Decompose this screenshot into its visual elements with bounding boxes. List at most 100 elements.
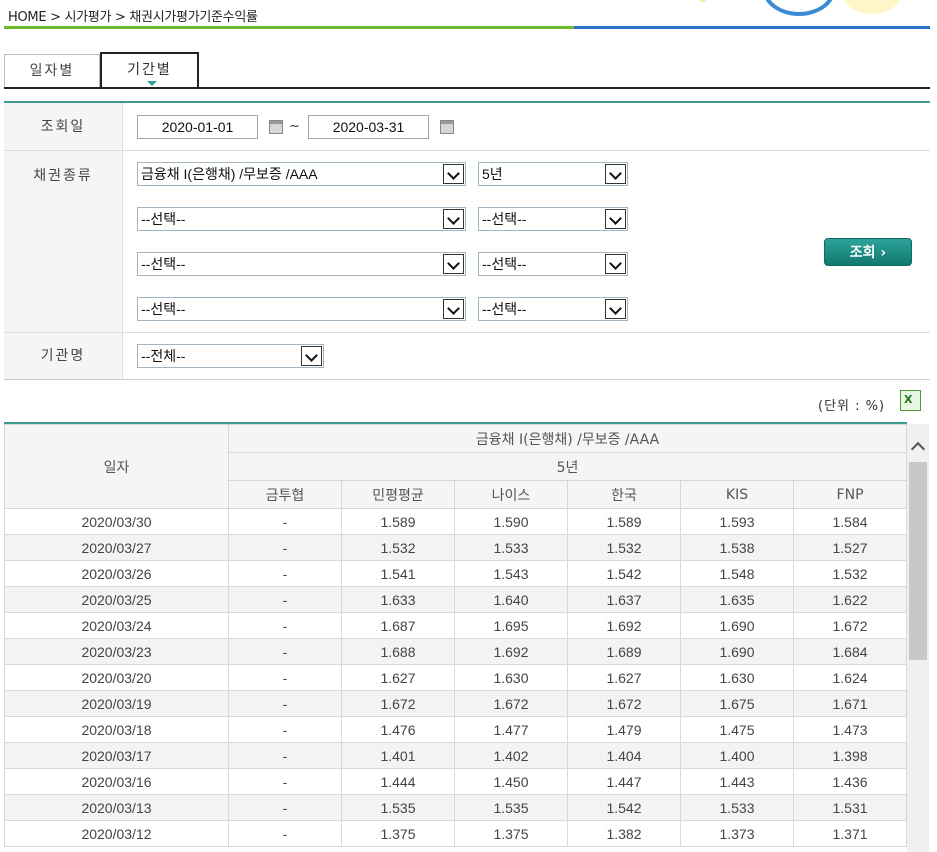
value-cell: 1.375 bbox=[341, 820, 455, 847]
value-cell: 1.672 bbox=[341, 690, 455, 717]
date-cell: 2020/03/25 bbox=[4, 586, 229, 613]
bond-term-select-4[interactable]: --선택-- bbox=[478, 297, 628, 321]
value-cell: 1.688 bbox=[341, 638, 455, 665]
view-tabs: 일자별 기간별 bbox=[4, 52, 930, 89]
value-cell: 1.687 bbox=[341, 612, 455, 639]
value-cell: - bbox=[228, 612, 342, 639]
table-row: 2020/03/13-1.535 1.535 1.542 1.533 1.531 bbox=[4, 794, 908, 821]
column-header: KIS bbox=[680, 480, 794, 509]
value-cell: 1.695 bbox=[454, 612, 568, 639]
bond-term-select-1[interactable]: 5년 bbox=[478, 162, 628, 186]
value-cell: 1.479 bbox=[567, 716, 681, 743]
value-cell: 1.543 bbox=[454, 560, 568, 587]
bond-type-select-2[interactable]: --선택-- bbox=[137, 207, 466, 231]
org-value: --전체-- bbox=[141, 348, 186, 364]
table-row: 2020/03/16-1.444 1.450 1.447 1.443 1.436 bbox=[4, 768, 908, 795]
value-cell: 1.477 bbox=[454, 716, 568, 743]
calendar-icon[interactable] bbox=[269, 120, 283, 134]
column-header: 금투협 bbox=[228, 480, 342, 509]
value-cell: 1.475 bbox=[680, 716, 794, 743]
table-row: 2020/03/26-1.541 1.543 1.542 1.548 1.532 bbox=[4, 560, 908, 587]
value-cell: 1.633 bbox=[341, 586, 455, 613]
chevron-down-icon bbox=[605, 299, 626, 319]
bond-type-value: --선택-- bbox=[141, 211, 186, 227]
value-cell: 1.371 bbox=[792, 820, 908, 847]
bond-type-select-3[interactable]: --선택-- bbox=[137, 252, 466, 276]
bond-term-select-2[interactable]: --선택-- bbox=[478, 207, 628, 231]
bond-term-value: --선택-- bbox=[482, 301, 527, 317]
value-cell: 1.532 bbox=[567, 534, 681, 561]
value-cell: 1.640 bbox=[454, 586, 568, 613]
value-cell: 1.637 bbox=[567, 586, 681, 613]
date-cell: 2020/03/27 bbox=[4, 534, 229, 561]
value-cell: 1.684 bbox=[792, 638, 908, 665]
value-cell: 1.476 bbox=[341, 716, 455, 743]
value-cell: 1.535 bbox=[341, 794, 455, 821]
value-cell: 1.436 bbox=[792, 768, 908, 795]
value-cell: 1.672 bbox=[792, 612, 908, 639]
search-button[interactable]: 조회 › bbox=[824, 238, 912, 266]
calendar-icon[interactable] bbox=[440, 120, 454, 134]
column-header: 민평평균 bbox=[341, 480, 455, 509]
date-row: 조회일 2020-01-01 ~ 2020-03-31 bbox=[4, 103, 930, 151]
value-cell: - bbox=[228, 742, 342, 769]
value-cell: 1.535 bbox=[454, 794, 568, 821]
value-cell: - bbox=[228, 560, 342, 587]
bond-group-header: 금융채 I(은행채) /무보증 /AAA bbox=[227, 424, 908, 453]
value-cell: 1.541 bbox=[341, 560, 455, 587]
bond-term-select-3[interactable]: --선택-- bbox=[478, 252, 628, 276]
value-cell: - bbox=[228, 716, 342, 743]
scroll-thumb[interactable] bbox=[909, 462, 927, 660]
value-cell: 1.624 bbox=[792, 664, 908, 691]
value-cell: 1.533 bbox=[454, 534, 568, 561]
value-cell: 1.692 bbox=[454, 638, 568, 665]
value-cell: 1.443 bbox=[680, 768, 794, 795]
table-row: 2020/03/20-1.627 1.630 1.627 1.630 1.624 bbox=[4, 664, 908, 691]
page-header: HOME > 시가평가 > 채권시가평가기준수익률 bbox=[0, 0, 937, 30]
tab-daily[interactable]: 일자별 bbox=[4, 54, 100, 89]
table-row: 2020/03/18-1.476 1.477 1.479 1.475 1.473 bbox=[4, 716, 908, 743]
org-select[interactable]: --전체-- bbox=[137, 344, 324, 368]
chevron-down-icon bbox=[605, 254, 626, 274]
chevron-down-icon bbox=[301, 346, 322, 366]
date-cell: 2020/03/19 bbox=[4, 690, 229, 717]
date-to-input[interactable]: 2020-03-31 bbox=[308, 115, 429, 139]
date-label: 조회일 bbox=[4, 103, 123, 150]
value-cell: 1.401 bbox=[341, 742, 455, 769]
value-cell: 1.373 bbox=[680, 820, 794, 847]
table-row: 2020/03/17-1.401 1.402 1.404 1.400 1.398 bbox=[4, 742, 908, 769]
date-cell: 2020/03/30 bbox=[4, 508, 229, 535]
scroll-up-icon[interactable] bbox=[909, 430, 927, 458]
excel-icon-glyph: X bbox=[904, 393, 913, 406]
value-cell: 1.593 bbox=[680, 508, 794, 535]
bond-type-select-1[interactable]: 금융채 I(은행채) /무보증 /AAA bbox=[137, 162, 466, 186]
date-cell: 2020/03/18 bbox=[4, 716, 229, 743]
value-cell: 1.672 bbox=[454, 690, 568, 717]
decorative-blob-icon bbox=[842, 0, 902, 14]
value-cell: - bbox=[228, 534, 342, 561]
value-cell: - bbox=[228, 638, 342, 665]
table-row: 2020/03/19-1.672 1.672 1.672 1.675 1.671 bbox=[4, 690, 908, 717]
date-cell: 2020/03/20 bbox=[4, 664, 229, 691]
value-cell: 1.671 bbox=[792, 690, 908, 717]
date-cell: 2020/03/17 bbox=[4, 742, 229, 769]
bond-type-select-4[interactable]: --선택-- bbox=[137, 297, 466, 321]
org-row: 기관명 --전체-- bbox=[4, 333, 930, 380]
chevron-down-icon bbox=[605, 164, 626, 184]
value-cell: - bbox=[228, 508, 342, 535]
value-cell: 1.590 bbox=[454, 508, 568, 535]
tab-period[interactable]: 기간별 bbox=[100, 52, 199, 89]
tabs-underline bbox=[4, 87, 930, 89]
table-row: 2020/03/25-1.633 1.640 1.637 1.635 1.622 bbox=[4, 586, 908, 613]
breadcrumb: HOME > 시가평가 > 채권시가평가기준수익률 bbox=[8, 10, 258, 25]
value-cell: 1.538 bbox=[680, 534, 794, 561]
date-cell: 2020/03/26 bbox=[4, 560, 229, 587]
column-header: FNP bbox=[792, 480, 908, 509]
unit-label: (단위 : %) bbox=[818, 399, 886, 414]
date-from-input[interactable]: 2020-01-01 bbox=[137, 115, 258, 139]
table-scrollbar[interactable] bbox=[907, 424, 929, 852]
excel-download-icon[interactable]: X bbox=[900, 390, 921, 411]
date-column-header: 일자 bbox=[4, 424, 229, 509]
bond-term-value: --선택-- bbox=[482, 211, 527, 227]
value-cell: 1.402 bbox=[454, 742, 568, 769]
